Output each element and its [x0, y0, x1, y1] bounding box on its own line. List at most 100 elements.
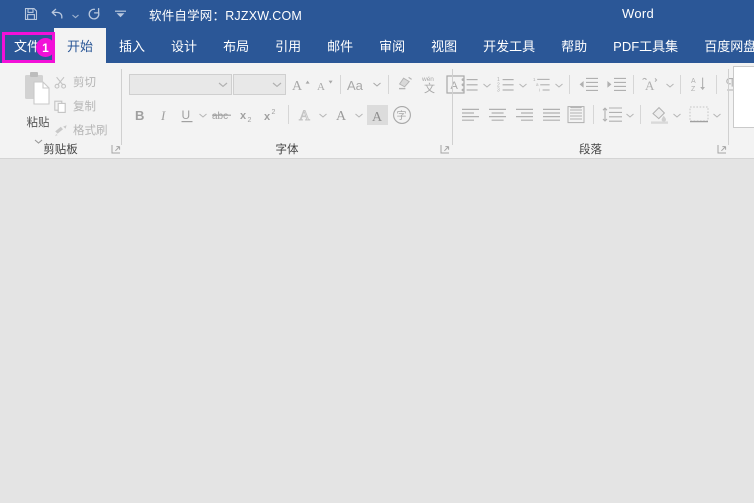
- cut-label: 剪切: [73, 77, 96, 89]
- chevron-down-icon[interactable]: [215, 82, 231, 88]
- tab-review[interactable]: 审阅: [366, 28, 418, 63]
- paragraph-separator-2: [633, 75, 634, 94]
- italic-icon[interactable]: I: [154, 104, 174, 126]
- grow-font-icon[interactable]: A: [290, 74, 312, 95]
- tab-home[interactable]: 开始: [54, 28, 107, 63]
- ribbon-group-styles: [729, 63, 754, 158]
- document-title: 软件自学网：RJZXW.COM: [149, 8, 302, 23]
- cut-button[interactable]: 剪切: [52, 72, 96, 92]
- tab-pdf-tools[interactable]: PDF工具集: [600, 28, 691, 63]
- customize-quick-access-toolbar-icon[interactable]: [107, 3, 133, 25]
- strikethrough-icon[interactable]: abc: [211, 104, 235, 126]
- svg-text:3: 3: [497, 87, 500, 92]
- document-area[interactable]: [0, 160, 754, 503]
- paragraph-separator-6: [640, 105, 641, 124]
- tab-file[interactable]: 文件: [0, 28, 54, 63]
- format-painter-button[interactable]: 格式刷: [52, 120, 108, 140]
- clear-formatting-icon[interactable]: [394, 74, 416, 95]
- undo-dropdown-icon[interactable]: [70, 3, 81, 25]
- sort-icon[interactable]: A Z: [687, 74, 711, 95]
- paste-label: 粘贴: [26, 117, 50, 129]
- text-effects-icon[interactable]: A: [295, 104, 317, 126]
- paragraph-dialog-launcher[interactable]: [717, 144, 729, 156]
- format-painter-icon: [52, 122, 69, 138]
- undo-icon[interactable]: [44, 3, 70, 25]
- align-center-icon[interactable]: [486, 104, 508, 125]
- tab-insert[interactable]: 插入: [106, 28, 158, 63]
- multilevel-list-icon[interactable]: 1 a i: [531, 74, 553, 95]
- svg-text:2: 2: [272, 109, 276, 116]
- justify-icon[interactable]: [540, 104, 562, 125]
- scissors-icon: [52, 74, 69, 90]
- text-highlight-dropdown-icon[interactable]: [354, 110, 364, 120]
- decrease-indent-icon[interactable]: [576, 74, 600, 95]
- tab-references[interactable]: 引用: [262, 28, 314, 63]
- paste-icon: [21, 71, 55, 112]
- svg-text:2: 2: [248, 117, 252, 124]
- tab-mailings[interactable]: 邮件: [314, 28, 366, 63]
- text-highlight-color-icon[interactable]: A: [331, 104, 353, 126]
- text-effects-dropdown-icon[interactable]: [318, 110, 328, 120]
- font-dialog-launcher[interactable]: [440, 144, 452, 156]
- enclose-characters-icon[interactable]: 字: [391, 104, 413, 126]
- bold-icon[interactable]: B: [130, 104, 150, 126]
- svg-text:x: x: [264, 111, 271, 123]
- borders-dropdown-icon[interactable]: [712, 110, 722, 120]
- align-left-icon[interactable]: [459, 104, 481, 125]
- increase-indent-icon[interactable]: [604, 74, 628, 95]
- group-label-paragraph: 段落: [579, 144, 602, 156]
- tab-layout[interactable]: 布局: [210, 28, 262, 63]
- copy-button[interactable]: 复制: [52, 96, 96, 116]
- ribbon-group-font: A A Aa wén 文 A B I U abc x 2 x 2 A A A 字…: [122, 63, 465, 158]
- borders-icon[interactable]: [687, 104, 711, 125]
- paragraph-separator-1: [569, 75, 570, 94]
- tab-help[interactable]: 帮助: [548, 28, 600, 63]
- shading-dropdown-icon[interactable]: [672, 110, 682, 120]
- shading-icon[interactable]: [647, 104, 671, 125]
- svg-text:B: B: [135, 108, 144, 123]
- tab-baidu-netdisk[interactable]: 百度网盘: [691, 28, 754, 63]
- font-name-combo[interactable]: [129, 74, 232, 95]
- ribbon-group-clipboard: 粘贴 剪切 复制 格式刷 剪贴板: [0, 63, 121, 158]
- multilevel-list-dropdown-icon[interactable]: [554, 80, 564, 90]
- change-case-icon[interactable]: Aa: [346, 74, 372, 95]
- word-window: 软件自学网：RJZXW.COM Word 文件 开始 插入 设计 布局 引用 邮…: [0, 0, 754, 503]
- underline-icon[interactable]: U: [177, 104, 197, 126]
- copy-label: 复制: [73, 101, 96, 113]
- line-spacing-dropdown-icon[interactable]: [625, 110, 635, 120]
- svg-text:Z: Z: [691, 86, 696, 93]
- bullets-dropdown-icon[interactable]: [482, 80, 492, 90]
- format-painter-label: 格式刷: [73, 125, 108, 137]
- subscript-icon[interactable]: x 2: [238, 104, 260, 126]
- font-size-combo[interactable]: [233, 74, 286, 95]
- distribute-icon[interactable]: [565, 103, 587, 126]
- font-color-icon[interactable]: A: [367, 105, 388, 125]
- style-gallery-item[interactable]: [733, 66, 754, 128]
- title-bar: 软件自学网：RJZXW.COM Word: [0, 0, 754, 28]
- tab-design[interactable]: 设计: [158, 28, 210, 63]
- underline-dropdown-icon[interactable]: [198, 110, 208, 120]
- svg-text:A: A: [372, 110, 383, 124]
- numbering-icon[interactable]: 1 2 3: [495, 74, 517, 95]
- numbering-dropdown-icon[interactable]: [518, 80, 528, 90]
- asian-layout-dropdown-icon[interactable]: [665, 80, 675, 90]
- redo-icon[interactable]: [81, 3, 107, 25]
- change-case-dropdown-icon[interactable]: [372, 79, 382, 89]
- bullets-icon[interactable]: [459, 74, 481, 95]
- save-icon[interactable]: [18, 3, 44, 25]
- svg-text:A: A: [691, 78, 696, 85]
- svg-text:A: A: [317, 81, 325, 93]
- svg-text:i: i: [539, 87, 540, 92]
- chevron-down-icon[interactable]: [269, 82, 285, 88]
- ribbon: 粘贴 剪切 复制 格式刷 剪贴板 A A Aa wén 文 A B I U ab…: [0, 63, 754, 159]
- shrink-font-icon[interactable]: A: [314, 74, 336, 95]
- phonetic-guide-icon[interactable]: wén 文: [418, 72, 442, 96]
- line-spacing-icon[interactable]: [600, 104, 624, 125]
- svg-text:U: U: [182, 108, 191, 122]
- tab-view[interactable]: 视图: [418, 28, 470, 63]
- app-name: Word: [622, 6, 655, 21]
- superscript-icon[interactable]: x 2: [262, 104, 284, 126]
- align-right-icon[interactable]: [513, 104, 535, 125]
- asian-layout-icon[interactable]: A: [640, 74, 664, 95]
- tab-developer[interactable]: 开发工具: [470, 28, 548, 63]
